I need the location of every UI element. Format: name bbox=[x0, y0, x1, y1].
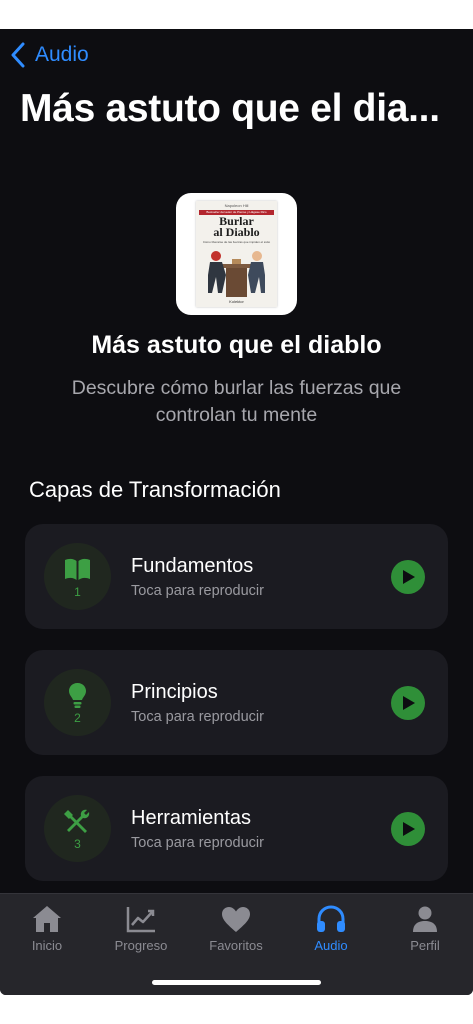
house-icon bbox=[33, 906, 61, 932]
layer-badge: 3 bbox=[44, 795, 111, 862]
play-button[interactable] bbox=[391, 560, 425, 594]
cover-image: Napoleon Hill Bestseller del autor de Pi… bbox=[176, 193, 297, 315]
book-cover: Napoleon Hill Bestseller del autor de Pi… bbox=[196, 201, 277, 307]
tab-label: Favoritos bbox=[209, 938, 263, 953]
play-icon bbox=[403, 822, 415, 836]
layer-badge: 1 bbox=[44, 543, 111, 610]
chevron-left-icon bbox=[11, 42, 25, 68]
play-button[interactable] bbox=[391, 686, 425, 720]
layer-title: Herramientas bbox=[131, 807, 252, 829]
tab-progreso[interactable]: Progreso bbox=[94, 904, 188, 953]
page-title: Más astuto que el dia... bbox=[20, 87, 440, 130]
play-icon bbox=[403, 696, 415, 710]
layer-subtitle: Toca para reproducir bbox=[131, 709, 264, 725]
chart-icon bbox=[126, 907, 155, 933]
tab-label: Inicio bbox=[31, 938, 63, 953]
tab-perfil[interactable]: Perfil bbox=[378, 904, 472, 953]
layer-badge: 2 bbox=[44, 669, 111, 736]
home-indicator bbox=[152, 980, 321, 985]
audiobook-subtitle: Descubre cómo burlar las fuerzas que con… bbox=[71, 377, 402, 426]
play-button[interactable] bbox=[391, 812, 425, 846]
app-screen: Audio Más astuto que el dia... Napoleon … bbox=[0, 29, 473, 995]
audiobook-title: Más astuto que el diablo bbox=[91, 331, 382, 359]
section-title: Capas de Transformación bbox=[29, 477, 281, 502]
layer-number: 3 bbox=[74, 837, 81, 851]
person-icon bbox=[413, 906, 437, 932]
play-icon bbox=[403, 570, 415, 584]
book-illustration bbox=[208, 251, 265, 297]
layer-subtitle: Toca para reproducir bbox=[131, 583, 264, 599]
tab-audio[interactable]: Audio bbox=[284, 904, 378, 953]
book-author: Napoleon Hill bbox=[224, 203, 249, 208]
heart-icon bbox=[222, 907, 250, 932]
headphones-icon bbox=[317, 905, 345, 932]
book-subtitle: Cómo liberarse de las fuerzas que impide… bbox=[202, 240, 271, 244]
tab-favoritos[interactable]: Favoritos bbox=[189, 904, 283, 953]
layer-title: Principios bbox=[131, 681, 218, 703]
tools-icon bbox=[64, 809, 90, 833]
lightbulb-icon bbox=[69, 683, 86, 708]
back-button[interactable]: Audio bbox=[10, 42, 89, 68]
layer-number: 2 bbox=[74, 711, 81, 725]
layer-number: 1 bbox=[74, 585, 81, 599]
tab-label: Audio bbox=[314, 938, 348, 953]
layer-card-fundamentos[interactable]: 1 Fundamentos Toca para reproducir bbox=[25, 524, 448, 629]
back-label: Audio bbox=[35, 43, 89, 66]
book-icon bbox=[65, 558, 90, 580]
layer-card-herramientas[interactable]: 3 Herramientas Toca para reproducir bbox=[25, 776, 448, 881]
tab-label: Progreso bbox=[114, 938, 168, 953]
book-title: Burlar al Diablo bbox=[213, 214, 260, 239]
layer-subtitle: Toca para reproducir bbox=[131, 835, 264, 851]
layer-title: Fundamentos bbox=[131, 555, 254, 577]
tab-inicio[interactable]: Inicio bbox=[0, 904, 94, 953]
tab-label: Perfil bbox=[410, 938, 440, 953]
book-publisher: Kolektor bbox=[229, 299, 244, 304]
layer-card-principios[interactable]: 2 Principios Toca para reproducir bbox=[25, 650, 448, 755]
